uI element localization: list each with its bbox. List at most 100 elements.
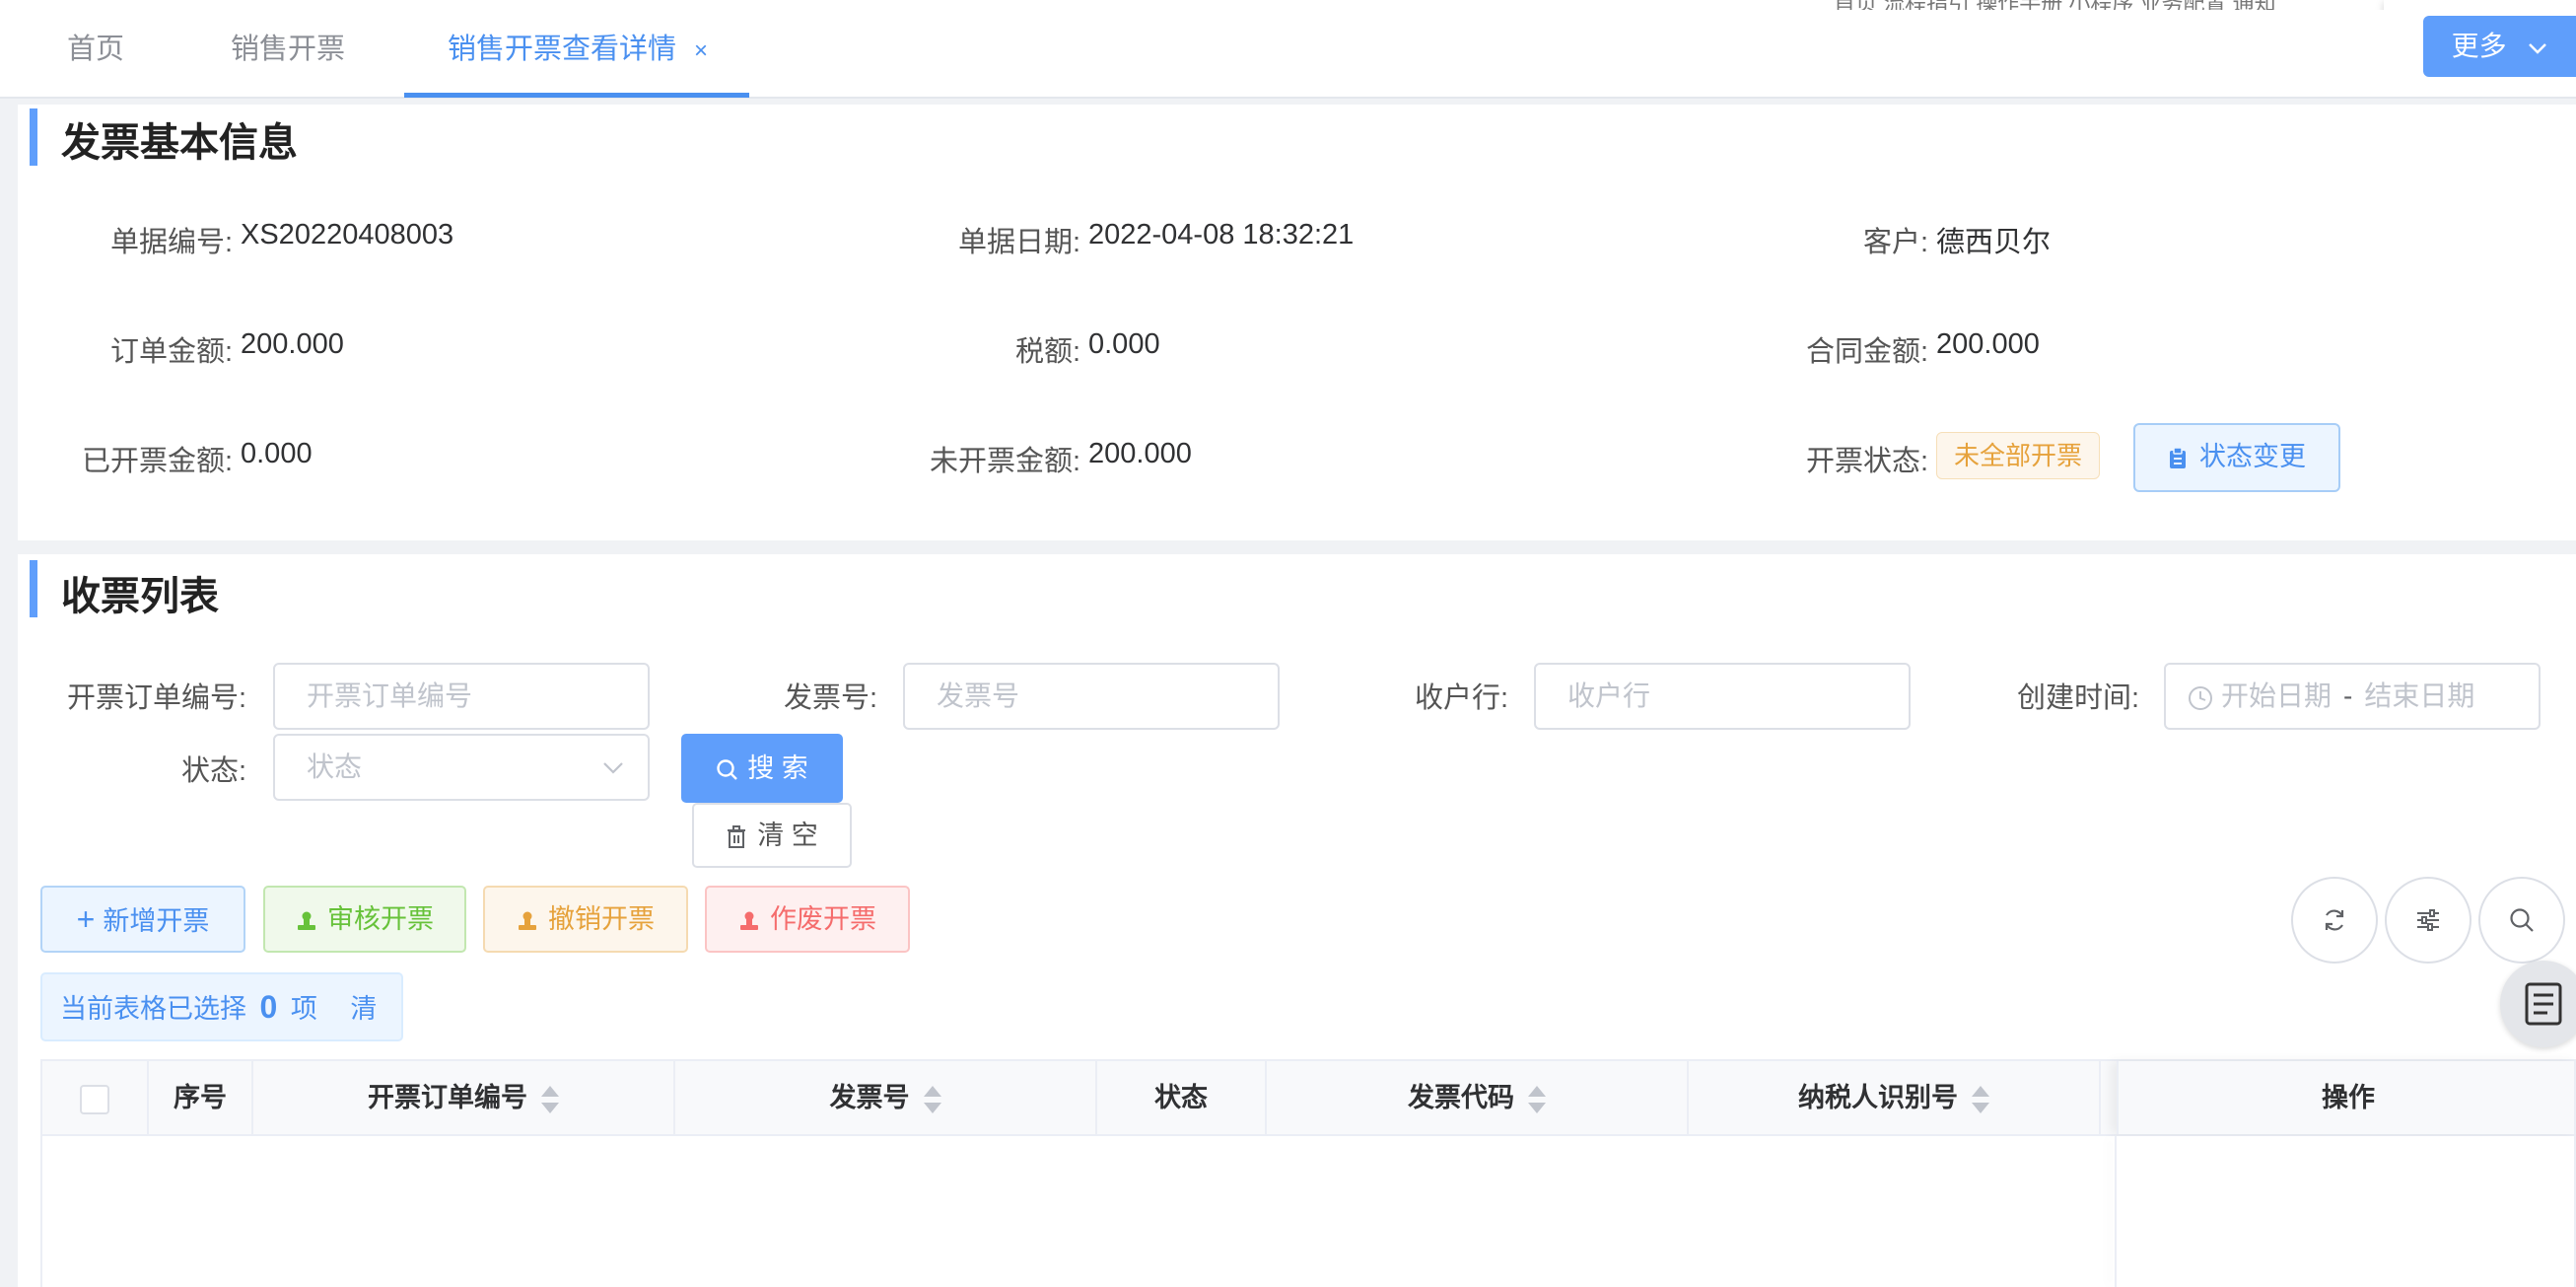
table-header: 序号 开票订单编号 发票号 状态 发票代码 纳税人识别号 操作	[40, 1059, 2576, 1136]
invoice-status-label: 开票状态:	[1805, 446, 1928, 477]
contract-amount-value: 200.000	[1936, 328, 2040, 360]
column-header-invoice-no[interactable]: 发票号	[675, 1061, 1097, 1134]
date-start-placeholder: 开始日期	[2221, 680, 2332, 711]
revoke-invoice-label: 撤销开票	[548, 904, 655, 934]
clear-button-label: 清 空	[757, 821, 818, 850]
section-accent-bar	[30, 108, 37, 166]
column-header-order-no[interactable]: 开票订单编号	[253, 1061, 675, 1134]
audit-invoice-label: 审核开票	[327, 904, 434, 934]
column-header-taxpayer-id[interactable]: 纳税人识别号	[1689, 1061, 2101, 1134]
selection-suffix: 项	[290, 994, 317, 1024]
tab-bar: 首页 销售开票 销售开票查看详情 ×	[0, 10, 2576, 99]
table-body	[40, 1136, 2576, 1287]
refresh-button[interactable]	[2291, 877, 2378, 964]
contract-amount-label: 合同金额:	[1805, 336, 1928, 368]
column-header-label: 序号	[174, 1083, 227, 1112]
status-badge: 未全部开票	[1936, 432, 2100, 479]
tab-label: 首页	[67, 34, 125, 65]
tab-label: 销售开票查看详情	[448, 34, 677, 65]
order-no-filter-label: 开票订单编号:	[66, 682, 246, 714]
order-amount-label: 订单金额:	[109, 336, 233, 368]
fixed-column-divider	[2115, 1136, 2117, 1287]
customer-value: 德西贝尔	[1936, 227, 2052, 258]
sort-icon[interactable]	[1972, 1085, 1989, 1113]
tab-invoice-detail[interactable]: 销售开票查看详情 ×	[448, 10, 708, 97]
date-range-separator: -	[2343, 680, 2353, 711]
close-icon[interactable]: ×	[694, 37, 708, 64]
doc-no-label: 单据编号:	[109, 227, 233, 258]
void-invoice-label: 作废开票	[770, 904, 876, 934]
floating-doc-button[interactable]	[2500, 961, 2576, 1047]
search-icon	[2510, 908, 2534, 932]
refresh-icon	[2325, 909, 2344, 931]
stamp-icon	[298, 911, 315, 930]
status-select[interactable]: 状态	[273, 734, 650, 801]
sort-icon[interactable]	[541, 1085, 559, 1113]
section-title: 收票列表	[61, 575, 219, 618]
select-all-cell	[42, 1061, 149, 1134]
sort-icon[interactable]	[923, 1085, 941, 1113]
more-button-label: 更多	[2451, 31, 2507, 61]
tab-label: 销售开票	[231, 34, 346, 65]
add-invoice-label: 新增开票	[103, 906, 210, 936]
search-button[interactable]: 搜 索	[681, 734, 843, 803]
bank-filter-label: 收户行:	[1414, 682, 1508, 714]
invoiced-amount-label: 已开票金额:	[81, 446, 233, 477]
column-header-invoice-code[interactable]: 发票代码	[1267, 1061, 1689, 1134]
column-header-label: 发票号	[829, 1083, 910, 1112]
created-time-filter-label: 创建时间:	[2016, 682, 2139, 714]
invoice-basic-info-panel: 发票基本信息 单据编号: XS20220408003 单据日期: 2022-04…	[18, 105, 2576, 540]
more-button[interactable]: 更多	[2423, 16, 2576, 77]
tab-sales-invoice[interactable]: 销售开票	[231, 10, 345, 97]
status-change-button[interactable]: 状态变更	[2133, 423, 2340, 492]
clipboard-icon	[2170, 447, 2186, 468]
selection-count: 0	[259, 989, 278, 1025]
section-title: 发票基本信息	[61, 121, 298, 165]
column-header-label: 操作	[2322, 1083, 2375, 1112]
status-filter-label: 状态:	[180, 755, 246, 787]
invoice-no-filter-label: 发票号:	[783, 682, 877, 714]
order-amount-value: 200.000	[241, 328, 344, 360]
audit-invoice-button[interactable]: 审核开票	[263, 886, 466, 953]
tax-value: 0.000	[1088, 328, 1160, 360]
column-header-label: 状态	[1154, 1083, 1208, 1112]
customer-label: 客户:	[1862, 227, 1928, 258]
chevron-down-icon	[603, 762, 623, 774]
column-header-actions: 操作	[2117, 1061, 2576, 1134]
selection-info-bar: 当前表格已选择 0 项 清 空	[40, 972, 403, 1089]
select-all-checkbox[interactable]	[80, 1084, 109, 1114]
column-header-label: 开票订单编号	[368, 1083, 527, 1112]
date-range-picker[interactable]: 开始日期 - 结束日期	[2164, 663, 2541, 730]
search-button-label: 搜 索	[747, 753, 808, 783]
doc-date-value: 2022-04-08 18:32:21	[1088, 219, 1355, 250]
bank-input[interactable]	[1534, 663, 1911, 730]
plus-icon: +	[76, 901, 96, 937]
void-invoice-button[interactable]: 作废开票	[705, 886, 910, 953]
tax-label: 税额:	[1014, 336, 1080, 368]
invoice-no-input[interactable]	[903, 663, 1280, 730]
order-no-input[interactable]	[273, 663, 650, 730]
toggle-search-button[interactable]	[2478, 877, 2565, 964]
trash-icon	[728, 824, 746, 848]
invoiced-amount-value: 0.000	[241, 438, 313, 469]
revoke-invoice-button[interactable]: 撤销开票	[483, 886, 688, 953]
clock-icon	[2189, 685, 2212, 710]
column-header-index: 序号	[149, 1061, 253, 1134]
sliders-icon	[2417, 909, 2439, 931]
add-invoice-button[interactable]: + 新增开票	[40, 886, 245, 953]
doc-no-value: XS20220408003	[241, 219, 454, 250]
doc-date-label: 单据日期:	[957, 227, 1080, 258]
receipt-list-panel: 收票列表 开票订单编号: 发票号: 收户行: 创建时间: 开始日期-结束日期 状…	[18, 554, 2576, 1287]
section-accent-bar	[30, 560, 37, 617]
column-header-status: 状态	[1097, 1061, 1267, 1134]
chevron-down-icon	[2529, 42, 2547, 54]
document-icon	[2525, 982, 2562, 1026]
active-tab-indicator	[404, 93, 749, 98]
column-header-label: 发票代码	[1408, 1083, 1514, 1112]
sort-icon[interactable]	[1528, 1085, 1546, 1113]
column-settings-button[interactable]	[2385, 877, 2472, 964]
column-header-label: 纳税人识别号	[1798, 1083, 1958, 1112]
clear-filters-button[interactable]: 清 空	[692, 803, 852, 868]
tab-home[interactable]: 首页	[67, 10, 124, 97]
status-change-label: 状态变更	[2199, 442, 2306, 471]
